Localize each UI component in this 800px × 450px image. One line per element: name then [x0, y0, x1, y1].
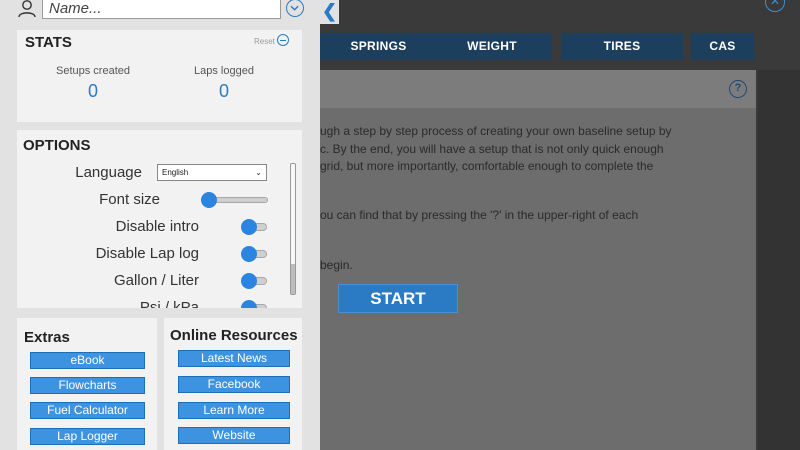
- website-button[interactable]: Website: [178, 427, 290, 444]
- tab-springs[interactable]: SPRINGS: [320, 33, 437, 60]
- lap-logger-button[interactable]: Lap Logger: [30, 428, 145, 445]
- gallon-liter-label: Gallon / Liter: [113, 272, 199, 289]
- laps-logged-value: 0: [218, 81, 229, 101]
- confirm-chevron-icon[interactable]: [286, 0, 304, 17]
- collapse-drawer-icon[interactable]: ❮: [320, 0, 339, 24]
- pressure-unit-toggle[interactable]: [241, 300, 269, 308]
- tab-cas[interactable]: CAS: [691, 33, 754, 60]
- latest-news-button[interactable]: Latest News: [178, 350, 290, 367]
- pressure-unit-label: Psi / kPa: [139, 299, 199, 308]
- toggle-knob: [241, 300, 257, 308]
- reset-label[interactable]: Reset: [254, 37, 275, 46]
- close-icon[interactable]: ✕: [765, 0, 785, 12]
- options-scrollbar[interactable]: [290, 163, 296, 295]
- facebook-button[interactable]: Facebook: [178, 376, 290, 393]
- stats-card: STATS Reset Setups created 0 Laps logged…: [17, 30, 302, 122]
- intro-text-line: c. By the end, you will have a setup tha…: [320, 142, 664, 156]
- online-resources-title: Online Resources: [170, 327, 298, 344]
- flowcharts-button[interactable]: Flowcharts: [30, 377, 145, 394]
- online-resources-card: Online Resources Latest News Facebook Le…: [164, 318, 302, 450]
- toggle-knob: [241, 273, 257, 289]
- disable-intro-toggle[interactable]: [241, 219, 269, 235]
- stats-title: STATS: [25, 34, 72, 51]
- intro-text-line: begin.: [320, 258, 353, 272]
- font-size-label: Font size: [99, 191, 160, 208]
- extras-title: Extras: [24, 329, 70, 346]
- extras-card: Extras eBook Flowcharts Fuel Calculator …: [17, 318, 157, 450]
- toggle-knob: [241, 219, 257, 235]
- intro-panel: ? ugh a step by step process of creating…: [320, 70, 756, 450]
- options-card: OPTIONS Language English ⌄ Font size Dis…: [17, 130, 302, 308]
- fuel-calculator-button[interactable]: Fuel Calculator: [30, 402, 145, 419]
- learn-more-button[interactable]: Learn More: [178, 402, 290, 419]
- panel-header: ?: [320, 70, 756, 108]
- chevron-down-icon: ⌄: [255, 168, 262, 177]
- language-label: Language: [75, 164, 142, 181]
- setups-created-label: Setups created: [56, 65, 130, 77]
- disable-lap-log-toggle[interactable]: [241, 246, 269, 262]
- gallon-liter-toggle[interactable]: [241, 273, 269, 289]
- disable-lap-log-label: Disable Lap log: [95, 245, 199, 262]
- name-input[interactable]: [42, 0, 281, 19]
- right-margin: [758, 70, 800, 450]
- options-title: OPTIONS: [23, 137, 91, 154]
- intro-text-line: ugh a step by step process of creating y…: [320, 124, 672, 138]
- help-icon[interactable]: ?: [729, 80, 747, 98]
- user-icon: [18, 0, 36, 18]
- toggle-knob: [241, 246, 257, 262]
- tab-weight[interactable]: WEIGHT: [432, 33, 552, 60]
- side-drawer: STATS Reset Setups created 0 Laps logged…: [0, 0, 320, 450]
- tab-tires[interactable]: TIRES: [561, 33, 683, 60]
- language-value: English: [162, 168, 189, 177]
- disable-intro-label: Disable intro: [115, 218, 199, 235]
- scroll-thumb[interactable]: [291, 264, 295, 294]
- intro-text-line: grid, but more importantly, comfortable …: [320, 159, 654, 173]
- language-select[interactable]: English ⌄: [157, 164, 267, 181]
- font-size-slider-knob[interactable]: [201, 192, 217, 208]
- ebook-button[interactable]: eBook: [30, 352, 145, 369]
- laps-logged-label: Laps logged: [194, 65, 254, 77]
- setups-created-value: 0: [87, 81, 98, 101]
- intro-text-line: ou can find that by pressing the '?' in …: [320, 208, 639, 222]
- start-button[interactable]: START: [338, 284, 458, 313]
- reset-icon[interactable]: [277, 34, 289, 46]
